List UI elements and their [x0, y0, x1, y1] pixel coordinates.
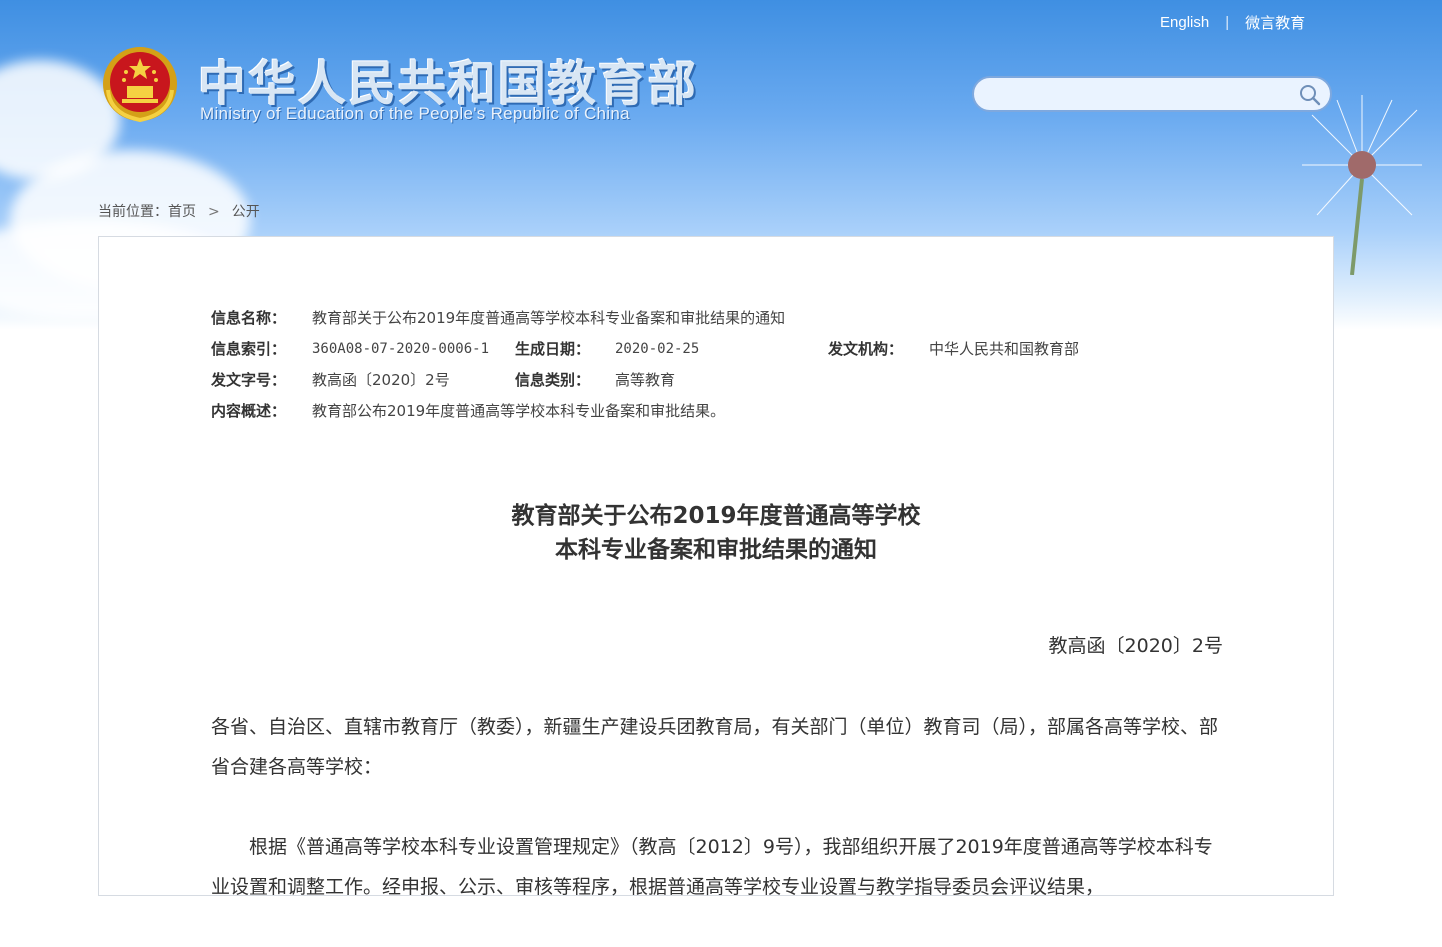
- search-box: [972, 76, 1332, 112]
- document-body: 各省、自治区、直辖市教育厅（教委），新疆生产建设兵团教育局，有关部门（单位）教育…: [211, 707, 1221, 947]
- meta-name-value: 教育部关于公布2019年度普通高等学校本科专业备案和审批结果的通知: [312, 309, 786, 327]
- meta-index-label: 信息索引：: [211, 340, 287, 358]
- meta-category-label: 信息类别：: [515, 371, 591, 389]
- english-link[interactable]: English: [1160, 14, 1209, 31]
- site-subtitle: Ministry of Education of the People's Re…: [200, 104, 630, 123]
- document-title: 教育部关于公布2019年度普通高等学校 本科专业备案和审批结果的通知: [99, 499, 1333, 567]
- meta-org-value: 中华人民共和国教育部: [929, 340, 1080, 358]
- document-paragraph: 根据《普通高等学校本科专业设置管理规定》（教高〔2012〕9号），我部组织开展了…: [211, 836, 1213, 898]
- breadcrumb-public[interactable]: 公开: [232, 204, 260, 220]
- weiyan-jiaoyu-link[interactable]: 微言教育: [1245, 12, 1305, 33]
- document-number: 教高函〔2020〕2号: [1048, 635, 1223, 657]
- header-links: English | 微言教育: [1160, 12, 1305, 33]
- document-addressee: 各省、自治区、直辖市教育厅（教委），新疆生产建设兵团教育局，有关部门（单位）教育…: [211, 716, 1219, 778]
- breadcrumb-home[interactable]: 首页: [168, 204, 196, 220]
- document-title-line1: 教育部关于公布2019年度普通高等学校: [511, 503, 921, 529]
- search-input[interactable]: [988, 84, 1292, 108]
- meta-summary-label: 内容概述：: [211, 402, 287, 420]
- meta-summary-value: 教育部公布2019年度普通高等学校本科专业备案和审批结果。: [312, 402, 726, 420]
- national-emblem-icon: [103, 47, 177, 123]
- meta-docno-value: 教高函〔2020〕2号: [312, 371, 450, 389]
- chevron-right-icon: >: [208, 204, 220, 220]
- meta-category-value: 高等教育: [615, 371, 676, 389]
- breadcrumb-prefix: 当前位置：: [98, 204, 168, 220]
- meta-date-label: 生成日期：: [515, 340, 591, 358]
- main-content: 信息名称： 教育部关于公布2019年度普通高等学校本科专业备案和审批结果的通知 …: [98, 236, 1334, 898]
- document-title-line2: 本科专业备案和审批结果的通知: [555, 537, 877, 563]
- meta-org-label: 发文机构：: [828, 340, 904, 358]
- meta-docno-label: 发文字号：: [211, 371, 287, 389]
- meta-index-value: 360A08-07-2020-0006-1: [312, 341, 490, 357]
- search-icon[interactable]: [1298, 83, 1322, 107]
- divider: |: [1225, 14, 1230, 31]
- meta-name-label: 信息名称：: [211, 309, 287, 327]
- meta-date-value: 2020-02-25: [615, 341, 700, 357]
- breadcrumb: 当前位置：首页 > 公开: [98, 201, 260, 221]
